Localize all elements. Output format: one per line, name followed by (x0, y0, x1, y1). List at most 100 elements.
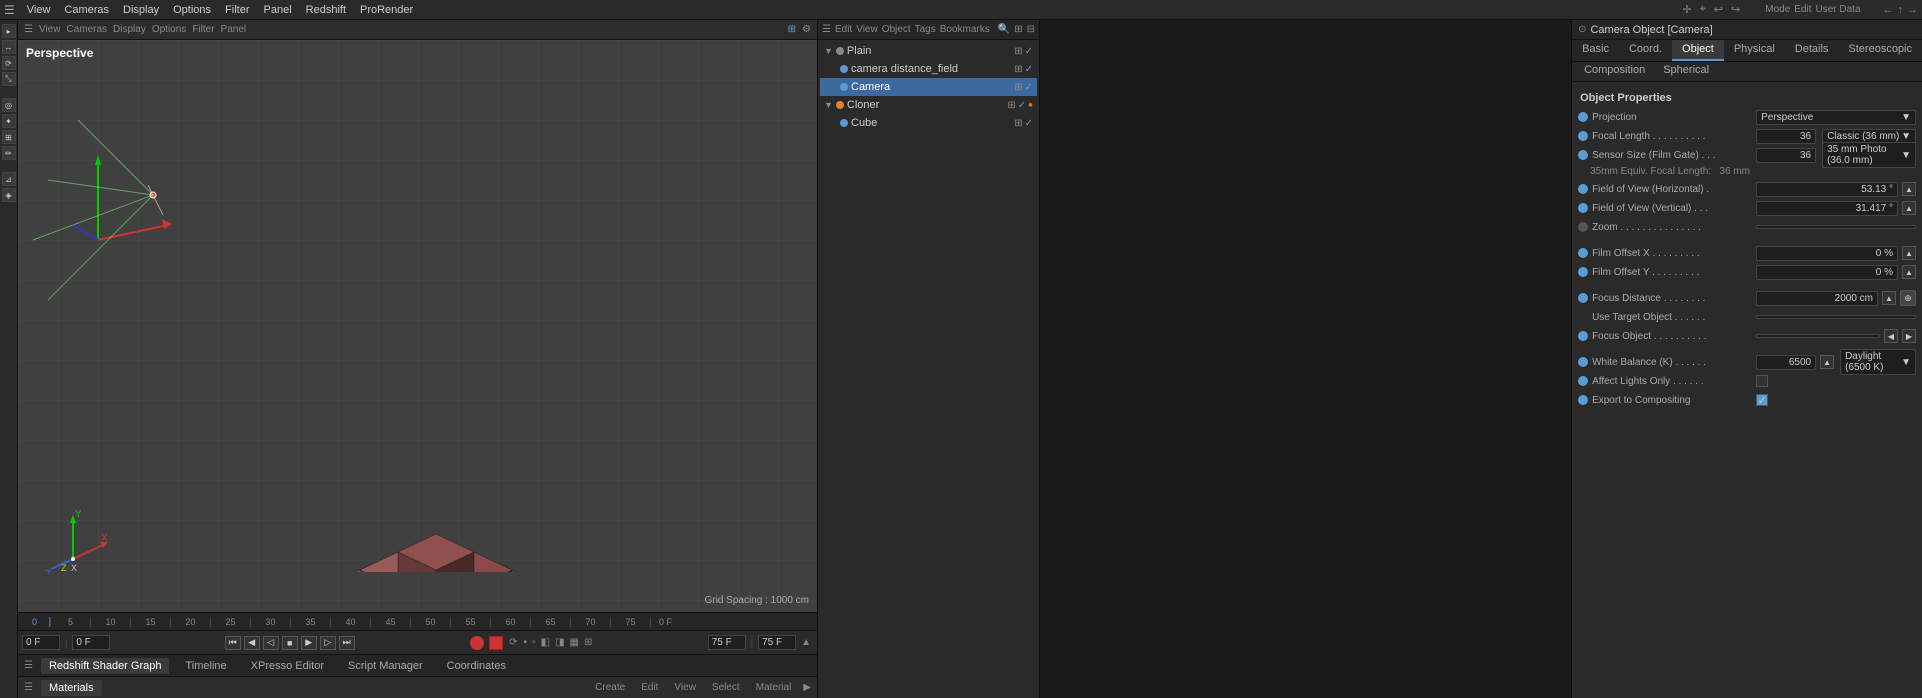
prop-dropdown-sensor-size[interactable]: 35 mm Photo (36.0 mm) ▼ (1822, 142, 1916, 168)
prop-bullet-focus-object[interactable] (1578, 331, 1588, 341)
scene-filter2-icon[interactable]: ⊟ (1027, 24, 1035, 35)
scene-edit-label[interactable]: Edit (835, 24, 852, 35)
mat-view[interactable]: View (674, 682, 696, 693)
tool-icon-4[interactable]: ⤡ (2, 72, 16, 86)
viewport-filter-label[interactable]: Filter (192, 24, 214, 35)
viewport-cameras-label[interactable]: Cameras (66, 24, 107, 35)
undo-icon[interactable]: ↩ (1714, 3, 1723, 16)
tool-icon-3[interactable]: ⟳ (2, 56, 16, 70)
tab-coord[interactable]: Coord. (1619, 40, 1672, 61)
render-btn[interactable] (489, 636, 503, 650)
menu-filter[interactable]: Filter (219, 3, 255, 17)
prop-dropdown-white-balance[interactable]: Daylight (6500 K) ▼ (1840, 349, 1916, 375)
tool-icon-2[interactable]: ↔ (2, 40, 16, 54)
prop-bullet-sensor-size[interactable] (1578, 150, 1588, 160)
prop-value-white-balance[interactable]: 6500 (1756, 355, 1816, 370)
tab-coordinates[interactable]: Coordinates (439, 658, 514, 674)
shader-bar-menu-icon[interactable]: ☰ (24, 660, 33, 671)
menu-redshift[interactable]: Redshift (300, 3, 352, 17)
scene-object-label[interactable]: Object (882, 24, 911, 35)
prop-bullet-fov-v[interactable] (1578, 203, 1588, 213)
scene-view-label[interactable]: View (856, 24, 878, 35)
prop-bullet-focal-length[interactable] (1578, 131, 1588, 141)
playback-icon-4[interactable]: ◨ (555, 637, 564, 648)
play-reverse-btn[interactable]: ◁ (263, 636, 279, 650)
tree-item-cube[interactable]: Cube ⊞ ✓ (820, 114, 1037, 132)
nav-forward-icon[interactable]: → (1907, 4, 1918, 16)
prop-stepper-focus-obj-next[interactable]: ▶ (1902, 329, 1916, 343)
prop-value-fov-h[interactable]: 53.13 ° (1756, 182, 1898, 197)
tool-icon-1[interactable]: ▸ (2, 24, 16, 38)
prop-bullet-projection[interactable] (1578, 112, 1588, 122)
prop-stepper-focus-distance[interactable]: ▲ (1882, 291, 1896, 305)
playback-icon-2[interactable]: ▫ (532, 637, 536, 648)
nav-up-icon[interactable]: ↑ (1898, 4, 1904, 16)
viewport-icon-2[interactable]: ⚙ (802, 24, 811, 35)
tab-xpresso-editor[interactable]: XPresso Editor (243, 658, 332, 674)
start-frame-input[interactable] (72, 635, 110, 650)
tab-timeline[interactable]: Timeline (177, 658, 234, 674)
fps-input[interactable] (758, 635, 796, 650)
prop-bullet-affect-lights[interactable] (1578, 376, 1588, 386)
nav-back-icon[interactable]: ← (1883, 4, 1894, 16)
goto-end-btn[interactable]: ⏭ (339, 636, 355, 650)
tool-icon-8[interactable]: ✏ (2, 146, 16, 160)
menu-cameras[interactable]: Cameras (58, 3, 115, 17)
tab-basic[interactable]: Basic (1572, 40, 1619, 61)
prop-link-focus-distance[interactable]: ⊕ (1900, 290, 1916, 306)
playback-icon-5[interactable]: ▦ (570, 637, 579, 648)
materials-menu-icon[interactable]: ☰ (24, 682, 33, 693)
menu-options[interactable]: Options (167, 3, 217, 17)
playback-icon-1[interactable]: ▪ (524, 637, 528, 648)
playback-icon-3[interactable]: ◧ (541, 637, 550, 648)
tree-item-cloner[interactable]: ▼ Cloner ⊞ ✓ ● (820, 96, 1037, 114)
tool-icon-9[interactable]: ⊿ (2, 172, 16, 186)
prev-frame-btn[interactable]: ◀ (244, 636, 260, 650)
tool-icon-7[interactable]: ⊞ (2, 130, 16, 144)
scene-tags-label[interactable]: Tags (915, 24, 936, 35)
current-frame-input[interactable] (22, 635, 60, 650)
stop-btn[interactable]: ■ (282, 636, 298, 650)
prop-value-film-offset-x[interactable]: 0 % (1756, 246, 1898, 261)
tool-icon-5[interactable]: ◎ (2, 98, 16, 112)
tab-redshift-shader-graph[interactable]: Redshift Shader Graph (41, 658, 170, 674)
viewport-menu-icon[interactable]: ☰ (24, 24, 33, 35)
mat-create[interactable]: Create (595, 682, 625, 693)
menu-prorender[interactable]: ProRender (354, 3, 419, 17)
scene-menu-icon[interactable]: ☰ (822, 24, 831, 35)
viewport-panel-label[interactable]: Panel (221, 24, 247, 35)
prop-stepper-wb[interactable]: ▲ (1820, 355, 1834, 369)
materials-tab[interactable]: Materials (41, 680, 102, 696)
scene-bookmarks-label[interactable]: Bookmarks (940, 24, 990, 35)
subtab-composition[interactable]: Composition (1576, 62, 1653, 81)
prop-bullet-fov-h[interactable] (1578, 184, 1588, 194)
prop-value-fov-v[interactable]: 31.417 ° (1756, 201, 1898, 216)
prop-bullet-export-compositing[interactable] (1578, 395, 1588, 405)
prop-bullet-focus-distance[interactable] (1578, 293, 1588, 303)
viewport-options-label[interactable]: Options (152, 24, 186, 35)
prop-stepper-focus-obj-prev[interactable]: ◀ (1884, 329, 1898, 343)
tree-item-plain[interactable]: ▼ Plain ⊞ ✓ (820, 42, 1037, 60)
tool-icon-10[interactable]: ◈ (2, 188, 16, 202)
menu-panel[interactable]: Panel (258, 3, 298, 17)
prop-dropdown-projection[interactable]: Perspective ▼ (1756, 110, 1916, 125)
prop-stepper-fov-v[interactable]: ▲ (1902, 201, 1916, 215)
redo-icon[interactable]: ↪ (1731, 3, 1740, 16)
viewport-display-label[interactable]: Display (113, 24, 146, 35)
prop-bullet-film-offset-x[interactable] (1578, 248, 1588, 258)
mat-edit[interactable]: Edit (641, 682, 658, 693)
prop-bullet-white-balance[interactable] (1578, 357, 1588, 367)
scene-filter-icon[interactable]: ⊞ (1014, 24, 1022, 35)
viewport-view-label[interactable]: View (39, 24, 61, 35)
mat-select[interactable]: Select (712, 682, 740, 693)
prop-value-sensor-size[interactable]: 36 (1756, 148, 1816, 163)
prop-stepper-fov-h[interactable]: ▲ (1902, 182, 1916, 196)
tab-stereoscopic[interactable]: Stereoscopic (1838, 40, 1922, 61)
playback-icon-6[interactable]: ⊞ (584, 637, 592, 648)
next-frame-btn[interactable]: ▷ (320, 636, 336, 650)
menu-view[interactable]: View (21, 3, 57, 17)
prop-checkbox-affect-lights[interactable] (1756, 375, 1768, 387)
prop-bullet-zoom[interactable] (1578, 222, 1588, 232)
fps-up-icon[interactable]: ▲ (801, 637, 811, 648)
subtab-spherical[interactable]: Spherical (1655, 62, 1717, 81)
